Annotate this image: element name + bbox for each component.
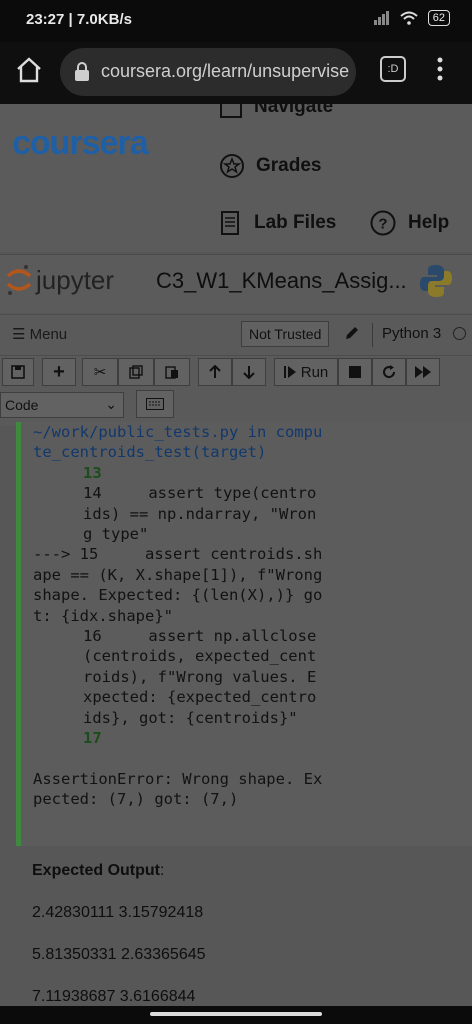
status-bar: 23:27 | 7.0KB/s 62	[0, 0, 472, 42]
line-16: 16 assert np.allclose(centroids, expecte…	[83, 627, 317, 727]
hamburger-icon: ☰	[12, 326, 26, 343]
code-cell-output[interactable]: ~/work/public_tests.py in compute_centro…	[16, 422, 472, 846]
nav-grades[interactable]: Grades	[220, 154, 321, 178]
address-bar[interactable]: coursera.org/learn/unsupervise	[60, 48, 356, 96]
line-13: 13	[83, 463, 102, 482]
star-icon	[220, 154, 244, 178]
save-button[interactable]	[2, 358, 34, 386]
pencil-icon[interactable]	[344, 325, 360, 341]
jupyter-logo-icon	[6, 265, 32, 295]
expected-row: 7.11938687 3.6166844	[32, 988, 196, 1005]
restart-button[interactable]	[372, 358, 406, 386]
expected-row: 2.42830111 3.15792418	[32, 904, 204, 921]
kernel-name[interactable]: Python 3	[382, 325, 441, 342]
keyboard-shortcuts-button[interactable]	[136, 390, 174, 418]
copy-button[interactable]	[118, 358, 154, 386]
expected-row: 5.81350331 2.63365645	[32, 946, 206, 963]
url-text: coursera.org/learn/unsupervise	[101, 61, 350, 81]
paste-icon	[165, 366, 178, 379]
notebook-toolbar: + ✂ Run Code ⌄	[0, 356, 472, 426]
file-icon	[221, 211, 239, 235]
python-logo-icon	[420, 265, 452, 297]
keyboard-icon	[146, 398, 164, 410]
paste-button[interactable]	[154, 358, 190, 386]
traceback-output: ~/work/public_tests.py in compute_centro…	[33, 422, 323, 809]
chevron-down-icon: ⌄	[105, 396, 117, 412]
assertion-error: AssertionError: Wrong shape. Expected: (…	[33, 769, 323, 808]
more-options-icon[interactable]	[430, 54, 450, 84]
kernel-status-icon	[453, 327, 466, 340]
line-15-pointer: ---> 15 assert centroids.shape == (K, X.…	[33, 545, 332, 625]
tab-switcher-button[interactable]: :D	[380, 56, 406, 82]
page-content: coursera Navigate Grades Lab Files ? Hel…	[0, 104, 472, 1020]
stop-icon	[349, 366, 361, 378]
copy-icon	[129, 365, 143, 379]
course-header: coursera Navigate Grades Lab Files ? Hel…	[0, 104, 472, 252]
svg-text:?: ?	[378, 216, 387, 233]
notebook-title[interactable]: C3_W1_KMeans_Assig...	[156, 268, 407, 294]
navigate-icon	[220, 104, 242, 118]
nav-navigate[interactable]: Navigate	[220, 104, 333, 118]
arrow-up-icon	[209, 365, 221, 378]
help-icon: ?	[370, 210, 396, 236]
line-14: 14 assert type(centroids) == np.ndarray,…	[83, 484, 317, 544]
cell-type-select[interactable]: Code ⌄	[0, 392, 124, 418]
trust-status-button[interactable]: Not Trusted	[241, 321, 330, 347]
arrow-down-icon	[243, 366, 255, 379]
traceback-file-line: ~/work/public_tests.py in compute_centro…	[33, 423, 323, 462]
restart-run-all-button[interactable]	[406, 358, 440, 386]
wifi-icon	[400, 11, 418, 25]
battery-icon: 62	[427, 10, 450, 26]
home-icon[interactable]	[14, 55, 44, 85]
run-button[interactable]: Run	[274, 358, 338, 386]
step-forward-icon	[283, 366, 296, 378]
menu-button[interactable]: ☰ Menu	[12, 325, 67, 343]
move-down-button[interactable]	[232, 358, 266, 386]
restart-icon	[383, 365, 396, 379]
status-time: 23:27 | 7.0KB/s	[26, 11, 132, 28]
lock-icon	[75, 62, 89, 81]
nav-lab-files[interactable]: Lab Files	[220, 210, 336, 236]
jupyter-logo[interactable]: jupyter	[6, 263, 114, 297]
fast-forward-icon	[415, 366, 431, 378]
signal-icon	[373, 11, 389, 25]
jupyter-header: jupyter C3_W1_KMeans_Assig...	[0, 254, 472, 313]
notebook-menubar: ☰ Menu Not Trusted Python 3	[0, 314, 472, 356]
interrupt-button[interactable]	[338, 358, 372, 386]
insert-cell-button[interactable]: +	[42, 358, 76, 386]
plus-icon: +	[53, 360, 65, 383]
expected-output-heading: Expected Output:	[32, 862, 165, 879]
menubar-divider	[372, 323, 373, 347]
save-icon	[11, 365, 25, 379]
line-17: 17	[83, 729, 102, 748]
cut-button[interactable]: ✂	[82, 358, 118, 386]
nav-help[interactable]: ? Help	[370, 210, 449, 236]
status-icons: 62	[373, 10, 450, 26]
home-indicator[interactable]	[150, 1012, 322, 1016]
move-up-button[interactable]	[198, 358, 232, 386]
scissors-icon: ✂	[93, 364, 107, 381]
browser-toolbar: coursera.org/learn/unsupervise :D	[0, 42, 472, 104]
coursera-logo[interactable]: coursera	[12, 124, 149, 163]
